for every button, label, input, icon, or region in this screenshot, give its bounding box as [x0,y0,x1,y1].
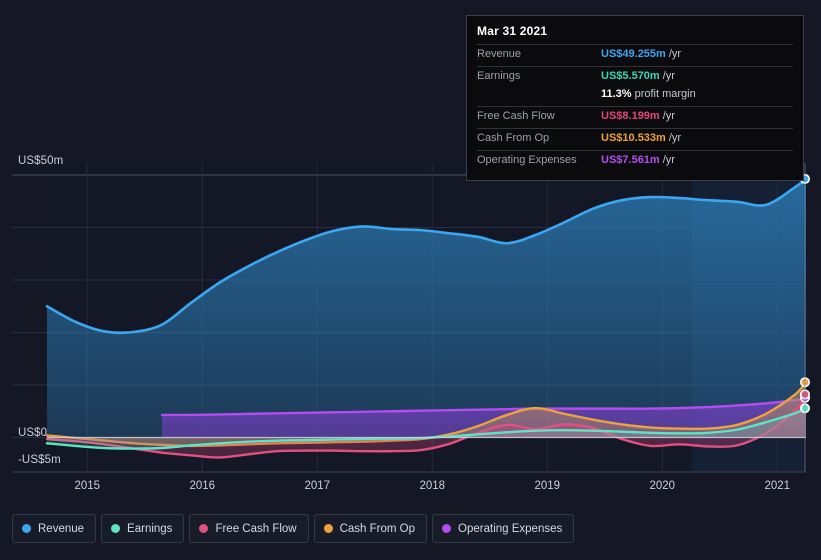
tooltip-row-key: Free Cash Flow [477,110,555,122]
legend-color-dot-icon [111,524,121,533]
legend-item-operating-expenses[interactable]: Operating Expenses [432,514,575,543]
legend-item-revenue[interactable]: Revenue [12,514,97,543]
legend-item-cash-from-op[interactable]: Cash From Op [313,514,428,543]
tooltip-row-suffix: /yr [662,154,675,166]
tooltip-row: 11.3% profit margin [477,88,793,106]
tooltip-row-key: Earnings [477,70,521,82]
tooltip-rows: Revenue US$49.255m/yr Earnings US$5.570m/yr… [477,44,793,172]
tooltip-row-suffix: /yr [668,132,682,144]
chart-legend[interactable]: Revenue Earnings Free Cash Flow Cash From O… [12,514,575,543]
legend-item-label: Cash From Op [339,522,416,535]
legend-item-label: Earnings [127,522,173,535]
legend-item-label: Operating Expenses [458,522,563,535]
tooltip-row-value: US$49.255m/yr [601,48,682,60]
chart-page: US$50m US$0 -US$5m 2015 2016 2017 2018 2019 2… [0,0,821,560]
x-axis-tick-2021: 2021 [764,480,791,492]
legend-item-label: Revenue [38,522,85,535]
tooltip-row: Operating Expenses US$7.561m/yr [477,150,793,172]
x-axis-tick-2016: 2016 [189,480,216,492]
x-axis-tick-2018: 2018 [419,480,446,492]
tooltip-row-suffix: profit margin [634,88,696,100]
tooltip-row-value: US$10.533m/yr [601,132,682,144]
tooltip-row-suffix: /yr [662,70,675,82]
legend-color-dot-icon [442,524,452,533]
tooltip-row-key: Revenue [477,48,522,60]
x-axis-tick-2017: 2017 [304,480,331,492]
tooltip-row: Earnings US$5.570m/yr [477,66,793,88]
tooltip-row-value: US$8.199m/yr [601,110,675,122]
tooltip-row-suffix: /yr [668,48,682,60]
tooltip-row-suffix: /yr [662,110,675,122]
legend-item-earnings[interactable]: Earnings [101,514,185,543]
x-axis-tick-2019: 2019 [534,480,561,492]
x-axis-tick-2015: 2015 [74,480,101,492]
tooltip-row-key: Cash From Op [477,132,550,144]
tooltip-row-value: 11.3% profit margin [601,88,696,100]
tooltip-date: Mar 31 2021 [477,24,548,38]
tooltip-row: Cash From Op US$10.533m/yr [477,128,793,150]
legend-color-dot-icon [199,524,209,533]
legend-color-dot-icon [22,524,31,533]
legend-item-free-cash-flow[interactable]: Free Cash Flow [189,514,309,543]
tooltip-row: Free Cash Flow US$8.199m/yr [477,106,793,128]
legend-color-dot-icon [323,524,333,533]
tooltip-row-value: US$5.570m/yr [601,70,675,82]
legend-item-label: Free Cash Flow [215,522,297,535]
tooltip-row-key: Operating Expenses [477,154,577,166]
tooltip-row: Revenue US$49.255m/yr [477,44,793,66]
tooltip-row-value: US$7.561m/yr [601,154,675,166]
x-axis-tick-2020: 2020 [649,480,676,492]
data-tooltip: Mar 31 2021 Revenue US$49.255m/yr Earnings… [466,15,804,181]
